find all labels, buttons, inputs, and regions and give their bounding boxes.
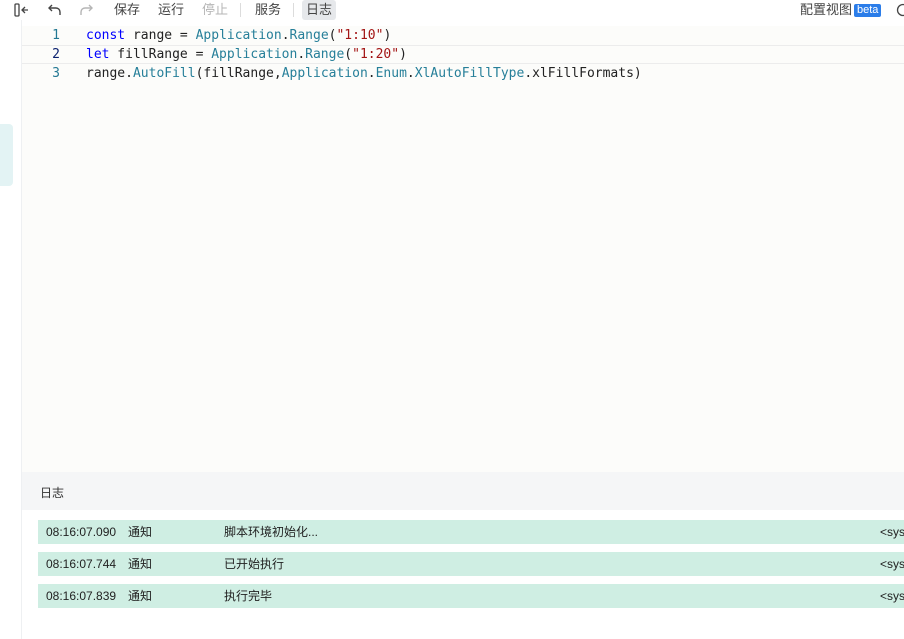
code-token: Application xyxy=(211,47,298,62)
info-icon[interactable] xyxy=(894,1,904,19)
line-number: 3 xyxy=(52,66,60,81)
code-token: const xyxy=(86,28,126,43)
code-token: "1:20" xyxy=(352,47,400,62)
log-level: 通知 xyxy=(128,557,153,571)
code-token: ) xyxy=(383,28,392,43)
code-token: .xlFillFormats) xyxy=(524,66,642,81)
code-token: Range xyxy=(289,28,329,43)
toolbar-divider xyxy=(240,3,241,17)
beta-badge: beta xyxy=(854,4,882,17)
code-line[interactable]: 1 const range = Application.Range("1:10") xyxy=(22,26,904,45)
config-view-label: 配置视图 xyxy=(800,2,853,17)
log-time: 08:16:07.744 xyxy=(46,557,117,571)
run-button[interactable]: 运行 xyxy=(158,0,184,20)
code-token: (fillRange, xyxy=(195,66,282,81)
save-button[interactable]: 保存 xyxy=(114,0,140,20)
code-line[interactable]: 2 let fillRange = Application.Range("1:20… xyxy=(22,45,904,64)
code-text: const range = Application.Range("1:10") xyxy=(86,26,391,45)
sidebar-collapse-icon[interactable] xyxy=(13,1,31,19)
code-token: let xyxy=(86,47,110,62)
side-panel-tab[interactable] xyxy=(0,124,13,186)
log-level: 通知 xyxy=(128,589,153,603)
code-token: . xyxy=(297,47,306,62)
log-message: 已开始执行 xyxy=(224,557,285,571)
log-toggle-button[interactable]: 日志 xyxy=(302,0,337,20)
code-token: . xyxy=(367,66,376,81)
log-source: <sys xyxy=(880,525,904,539)
log-row: 08:16:07.744 通知 已开始执行 <sys xyxy=(38,552,904,576)
log-row: 08:16:07.090 通知 脚本环境初始化... <sys xyxy=(38,520,904,544)
line-number: 1 xyxy=(52,28,60,43)
code-token: Range xyxy=(305,47,345,62)
log-message: 执行完毕 xyxy=(224,589,273,603)
code-editor[interactable]: 1 const range = Application.Range("1:10")… xyxy=(22,26,904,472)
log-row: 08:16:07.839 通知 执行完毕 <sys xyxy=(38,584,904,608)
code-token: Application xyxy=(281,66,368,81)
code-token: range = xyxy=(125,28,196,43)
log-message: 脚本环境初始化... xyxy=(224,525,319,539)
toolbar-divider xyxy=(293,3,294,17)
code-token: ) xyxy=(399,47,407,62)
code-text: let fillRange = Application.Range("1:20"… xyxy=(86,46,407,63)
code-token: range. xyxy=(86,66,133,81)
service-button[interactable]: 服务 xyxy=(255,0,281,20)
code-token: Application xyxy=(195,28,282,43)
left-gutter xyxy=(0,0,22,639)
log-source: <sys xyxy=(880,557,904,571)
log-time: 08:16:07.839 xyxy=(46,589,117,603)
undo-icon[interactable] xyxy=(46,1,64,19)
code-text: range.AutoFill(fillRange,Application.Enu… xyxy=(86,64,642,83)
stop-button[interactable]: 停止 xyxy=(202,0,228,20)
log-level: 通知 xyxy=(128,525,153,539)
code-token: . xyxy=(406,66,415,81)
code-token: fillRange = xyxy=(109,47,212,62)
log-panel-header: 日志 xyxy=(22,472,904,510)
toolbar: 保存 运行 停止 服务 日志 配置视图 beta xyxy=(0,0,904,20)
code-token: ( xyxy=(344,47,353,62)
code-token: "1:10" xyxy=(336,28,384,43)
code-token: Enum xyxy=(375,66,407,81)
log-time: 08:16:07.090 xyxy=(46,525,117,539)
config-view-button[interactable]: 配置视图 beta xyxy=(800,0,882,20)
code-line[interactable]: 3 range.AutoFill(fillRange,Application.En… xyxy=(22,64,904,83)
log-list: 08:16:07.090 通知 脚本环境初始化... <sys 08:16:07.744… xyxy=(22,510,904,639)
redo-icon[interactable] xyxy=(77,1,95,19)
code-token: XlAutoFillType xyxy=(414,66,525,81)
log-source: <sys xyxy=(880,589,904,603)
line-number: 2 xyxy=(52,47,60,62)
code-token: AutoFill xyxy=(132,66,196,81)
code-token: . xyxy=(281,28,290,43)
log-panel-title: 日志 xyxy=(40,486,65,500)
